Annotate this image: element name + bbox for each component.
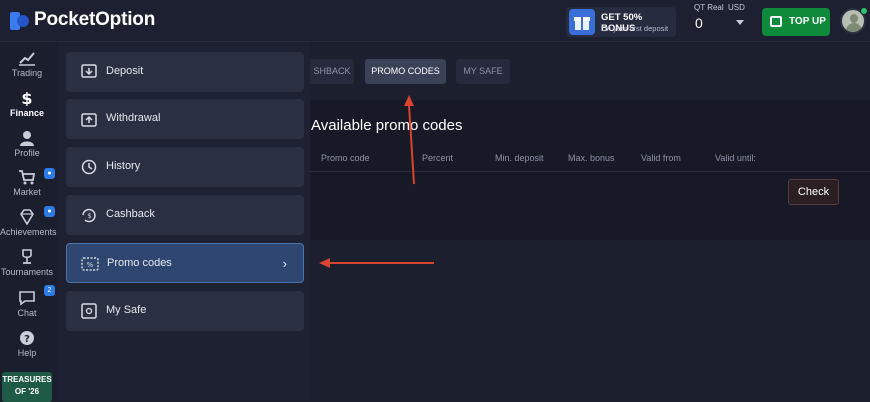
annotation-arrow-up: [408, 104, 415, 185]
annotation-arrowhead-up: [404, 95, 414, 106]
annotation-arrowhead-left: [319, 258, 330, 268]
annotation-arrows: [319, 95, 434, 268]
